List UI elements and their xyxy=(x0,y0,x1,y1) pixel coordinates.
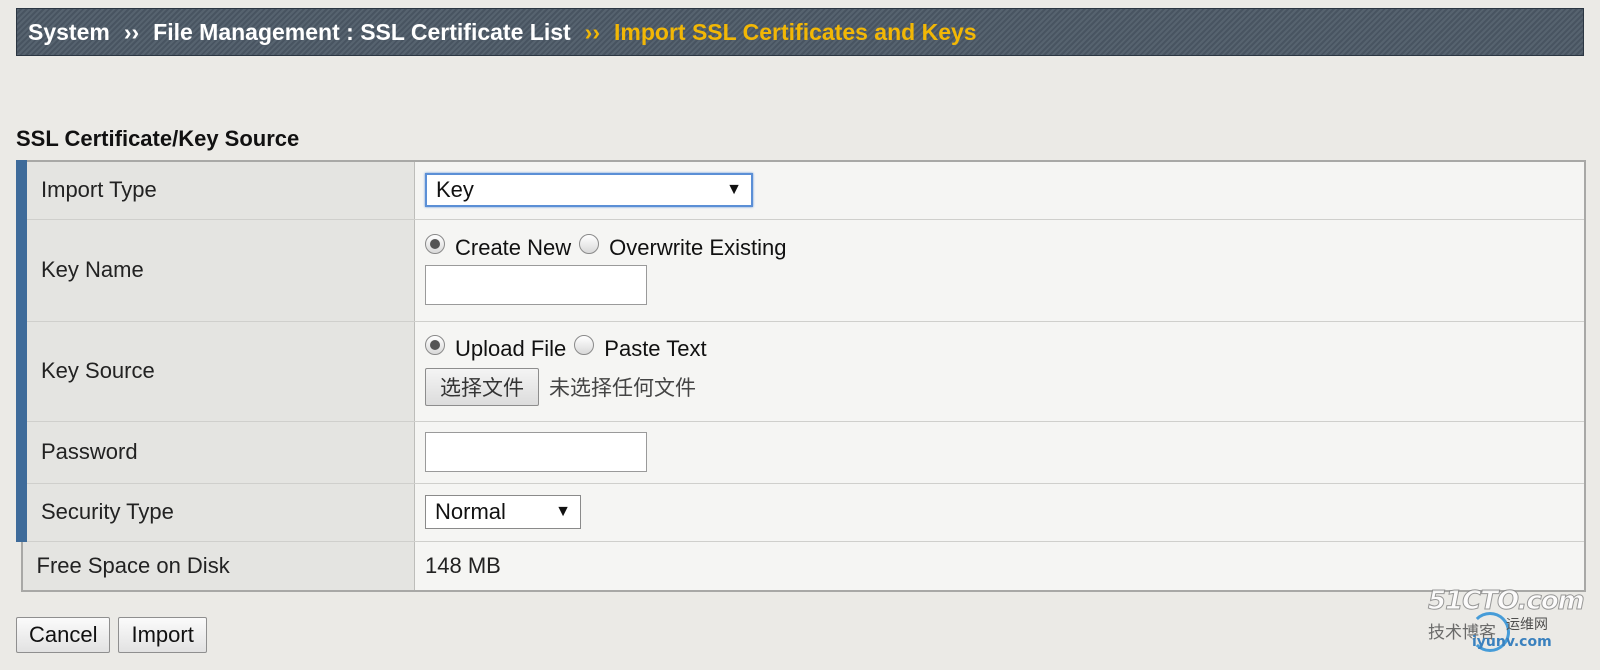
import-type-label: Import Type xyxy=(16,160,415,220)
row-password: Password xyxy=(16,420,1585,484)
overwrite-existing-label[interactable]: Overwrite Existing xyxy=(609,235,786,261)
watermark-brand: 51CTO.com xyxy=(1428,586,1586,617)
row-import-type: Import Type Key ▼ xyxy=(16,160,1585,220)
watermark-url: iyunv.com xyxy=(1472,634,1552,650)
import-type-value: Key xyxy=(436,177,474,203)
create-new-label[interactable]: Create New xyxy=(455,235,571,261)
choose-file-button[interactable]: 选择文件 xyxy=(425,368,539,406)
free-space-value: 148 MB xyxy=(414,540,1585,592)
watermark: 51CTO.com 技术博客 运维网 iyunv.com xyxy=(1426,586,1586,656)
ssl-import-form: Import Type Key ▼ Key Name Create New Ov… xyxy=(16,160,1586,592)
form-actions: Cancel Import xyxy=(16,617,215,653)
key-name-options: Create New Overwrite Existing xyxy=(425,234,1584,261)
cancel-button[interactable]: Cancel xyxy=(16,617,111,653)
caret-down-icon: ▼ xyxy=(555,503,571,520)
key-name-input[interactable] xyxy=(425,265,647,305)
key-name-label: Key Name xyxy=(16,218,415,322)
row-security-type: Security Type Normal ▼ xyxy=(16,482,1585,542)
import-button[interactable]: Import xyxy=(118,617,207,653)
breadcrumb-current-page: Import SSL Certificates and Keys xyxy=(614,18,977,45)
security-type-label: Security Type xyxy=(16,482,415,542)
caret-down-icon: ▼ xyxy=(726,181,742,199)
import-type-select[interactable]: Key ▼ xyxy=(425,173,753,208)
password-label: Password xyxy=(16,420,415,484)
password-input[interactable] xyxy=(425,432,647,472)
security-type-select[interactable]: Normal ▼ xyxy=(425,495,581,529)
section-title: SSL Certificate/Key Source xyxy=(16,126,300,151)
file-chooser: 选择文件 未选择任何文件 xyxy=(425,368,1584,406)
breadcrumb-separator: ›› xyxy=(584,18,600,45)
paste-text-label[interactable]: Paste Text xyxy=(604,336,706,362)
upload-file-radio[interactable] xyxy=(425,335,445,355)
free-space-label: Free Space on Disk xyxy=(21,540,415,592)
row-key-name: Key Name Create New Overwrite Existing xyxy=(16,218,1585,322)
watermark-partner: 运维网 xyxy=(1506,617,1548,633)
row-free-space: Free Space on Disk 148 MB xyxy=(21,540,1585,592)
breadcrumb-ssl-certificate-list[interactable]: File Management : SSL Certificate List xyxy=(153,19,571,46)
overwrite-existing-radio[interactable] xyxy=(579,234,600,254)
paste-text-radio[interactable] xyxy=(574,335,595,355)
create-new-radio[interactable] xyxy=(425,234,445,254)
upload-file-label[interactable]: Upload File xyxy=(455,336,566,362)
key-source-options: Upload File Paste Text xyxy=(425,335,1584,362)
breadcrumb: System ›› File Management : SSL Certific… xyxy=(16,8,1584,56)
security-type-value: Normal xyxy=(435,499,506,524)
key-source-label: Key Source xyxy=(16,320,415,422)
breadcrumb-system[interactable]: System xyxy=(28,19,110,46)
file-status-text: 未选择任何文件 xyxy=(549,376,696,400)
breadcrumb-separator: ›› xyxy=(123,18,140,45)
row-key-source: Key Source Upload File Paste Text 选择文件 未… xyxy=(16,320,1585,422)
